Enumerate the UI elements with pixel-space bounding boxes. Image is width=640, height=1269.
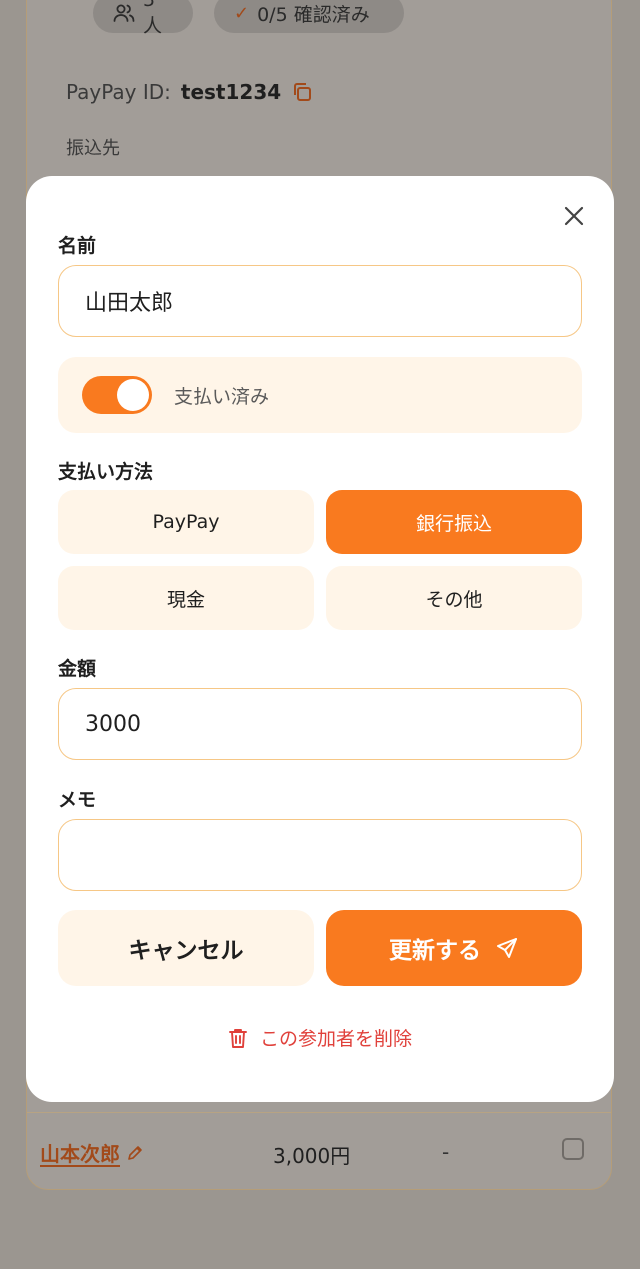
update-button[interactable]: 更新する [326,910,582,986]
participant-name-link[interactable]: 山本次郎 [40,1138,144,1167]
participant-name: 山本次郎 [40,1142,120,1166]
row-divider [27,1112,611,1113]
people-count: 5人 [143,0,163,37]
amount-input[interactable] [58,688,582,760]
close-button[interactable] [562,204,586,228]
payment-method-label: 支払い方法 [58,461,154,483]
copy-icon[interactable] [291,81,313,103]
name-label: 名前 [58,235,97,257]
toggle-knob [117,379,149,411]
memo-input[interactable] [58,819,582,891]
close-icon [564,206,584,226]
paypay-id-label: PayPay ID: [66,80,171,104]
paid-toggle[interactable] [82,376,152,414]
users-icon [113,3,135,23]
paypay-id-value: test1234 [180,80,282,104]
method-cash-button[interactable]: 現金 [58,566,314,630]
method-bank-transfer-button[interactable]: 銀行振込 [326,490,582,554]
send-icon [497,938,517,958]
delete-participant-link[interactable]: この参加者を削除 [26,1024,614,1051]
confirmed-count: 0/5 確認済み [257,3,370,26]
participant-checkbox[interactable] [562,1138,584,1160]
amount-label: 金額 [58,658,97,680]
edit-participant-modal: 名前 支払い済み 支払い方法 PayPay 銀行振込 現金 その他 金額 メモ … [26,176,614,1102]
cancel-button[interactable]: キャンセル [58,910,314,986]
participant-status: - [442,1140,450,1164]
paid-toggle-label: 支払い済み [174,385,270,408]
paypay-id-row: PayPay ID: test1234 [66,80,313,104]
name-input[interactable] [58,265,582,337]
method-other-button[interactable]: その他 [326,566,582,630]
update-button-label: 更新する [389,938,481,964]
trash-icon [229,1028,247,1048]
participant-amount: 3,000円 [273,1144,351,1168]
participant-row: 山本次郎 3,000円 - [40,1130,600,1176]
people-count-chip: 5人 [93,0,193,37]
memo-label: メモ [58,789,97,811]
method-paypay-button[interactable]: PayPay [58,490,314,554]
delete-participant-label: この参加者を削除 [259,1028,412,1050]
pencil-icon [128,1145,142,1160]
check-icon: ✓ [234,2,250,24]
transfer-label: 振込先 [66,138,120,159]
paid-toggle-row: 支払い済み [58,357,582,433]
cancel-button-label: キャンセル [128,938,244,964]
confirmed-chip: ✓ 0/5 確認済み [214,0,404,33]
